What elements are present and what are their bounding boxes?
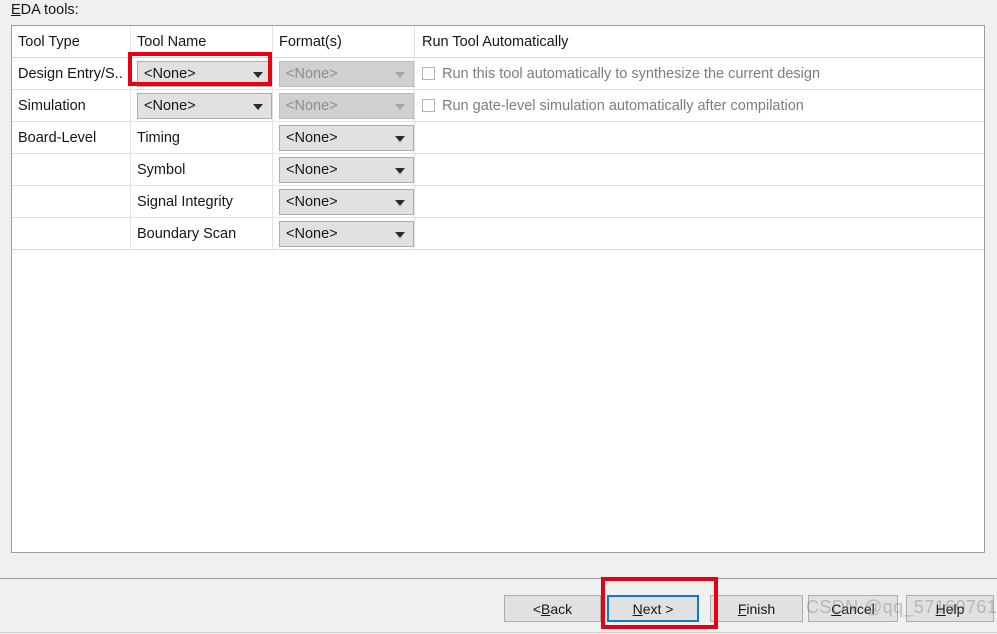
tool-name-dropdown[interactable]: <None> — [137, 60, 272, 87]
chevron-down-icon — [253, 71, 263, 78]
table-row: Design Entry/S.. <None> <None> Run this … — [12, 57, 984, 90]
cell-format: <None> — [273, 185, 415, 218]
table-row: Signal Integrity <None> — [12, 185, 984, 218]
run-automatically-checkbox-row[interactable]: Run gate-level simulation automatically … — [422, 98, 804, 114]
tool-name-label: Boundary Scan — [137, 225, 237, 242]
cell-run-automatically — [415, 154, 984, 186]
help-button-mnemonic: H — [935, 600, 946, 617]
column-header-run-tool-automatically: Run Tool Automatically — [415, 26, 984, 58]
cell-format: <None> — [273, 57, 415, 90]
run-automatically-checkbox-row[interactable]: Run this tool automatically to synthesiz… — [422, 66, 820, 82]
finish-button[interactable]: Finish — [710, 595, 803, 622]
cell-tool-type: Board-Level — [12, 121, 131, 154]
table-row: Symbol <None> — [12, 153, 984, 186]
tool-name-value: <None> — [144, 97, 196, 114]
format-dropdown[interactable]: <None> — [279, 156, 414, 183]
format-dropdown[interactable]: <None> — [279, 188, 414, 215]
cell-format: <None> — [273, 153, 415, 186]
table-row: Boundary Scan <None> — [12, 217, 984, 250]
cell-run-automatically — [415, 186, 984, 218]
format-value: <None> — [286, 161, 338, 178]
format-value: <None> — [286, 65, 338, 82]
back-button-mnemonic: B — [541, 600, 551, 617]
column-header-formats: Format(s) — [273, 26, 415, 58]
back-button[interactable]: < Back — [504, 595, 601, 622]
tool-type-label: Design Entry/S.. — [18, 65, 123, 82]
format-dropdown[interactable]: <None> — [279, 220, 414, 247]
column-header-tool-type-label: Tool Type — [18, 33, 80, 50]
cell-run-automatically: Run this tool automatically to synthesiz… — [415, 58, 984, 90]
next-button[interactable]: Next > — [607, 595, 699, 622]
eda-tools-label-mnemonic: E — [11, 2, 21, 18]
cell-tool-name: Signal Integrity — [131, 185, 273, 218]
table-row: Simulation <None> <None> Run gate-level … — [12, 89, 984, 122]
finish-button-text: inish — [746, 600, 776, 617]
chevron-down-icon — [395, 71, 405, 78]
format-value: <None> — [286, 225, 338, 242]
window-bottom-edge — [0, 632, 997, 633]
checkbox-icon[interactable] — [422, 99, 435, 112]
checkbox-icon[interactable] — [422, 67, 435, 80]
finish-button-mnemonic: F — [737, 600, 747, 617]
column-header-run-tool-label: Run Tool Automatically — [422, 33, 569, 50]
back-button-prefix: < — [532, 600, 542, 617]
cancel-button-text: ancel — [841, 600, 875, 617]
cell-tool-name: <None> — [131, 57, 273, 90]
eda-tools-table: Tool Type Tool Name Format(s) Run Tool A… — [11, 25, 985, 553]
cell-run-automatically — [415, 218, 984, 250]
cell-run-automatically: Run gate-level simulation automatically … — [415, 90, 984, 122]
format-dropdown[interactable]: <None> — [279, 92, 414, 119]
format-value: <None> — [286, 97, 338, 114]
table-row: Board-Level Timing <None> — [12, 121, 984, 154]
table-header-row: Tool Type Tool Name Format(s) Run Tool A… — [12, 26, 984, 58]
chevron-down-icon — [395, 135, 405, 142]
help-button[interactable]: Help — [906, 595, 994, 622]
format-dropdown[interactable]: <None> — [279, 124, 414, 151]
tool-type-label: Simulation — [18, 97, 86, 114]
cell-tool-type — [12, 153, 131, 186]
column-header-tool-type: Tool Type — [12, 26, 131, 58]
cell-tool-name: Boundary Scan — [131, 217, 273, 250]
cell-tool-name: <None> — [131, 89, 273, 122]
column-header-formats-label: Format(s) — [279, 33, 342, 50]
column-header-tool-name-label: Tool Name — [137, 33, 207, 50]
run-automatically-label: Run this tool automatically to synthesiz… — [442, 65, 821, 82]
cell-format: <None> — [273, 121, 415, 154]
cell-run-automatically — [415, 122, 984, 154]
chevron-down-icon — [395, 231, 405, 238]
cancel-button-mnemonic: C — [831, 600, 842, 617]
help-button-text: elp — [945, 600, 965, 617]
cancel-button[interactable]: Cancel — [808, 595, 898, 622]
cell-format: <None> — [273, 217, 415, 250]
eda-tools-label: EDA tools: — [11, 0, 79, 20]
cell-tool-type: Design Entry/S.. — [12, 57, 131, 90]
chevron-down-icon — [395, 167, 405, 174]
cell-tool-type: Simulation — [12, 89, 131, 122]
eda-tools-label-rest: DA tools: — [20, 2, 79, 18]
chevron-down-icon — [395, 199, 405, 206]
tool-type-label: Board-Level — [18, 129, 97, 146]
cell-format: <None> — [273, 89, 415, 122]
format-dropdown[interactable]: <None> — [279, 60, 414, 87]
cell-tool-name: Timing — [131, 121, 273, 154]
cell-tool-name: Symbol — [131, 153, 273, 186]
chevron-down-icon — [395, 103, 405, 110]
chevron-down-icon — [253, 103, 263, 110]
tool-name-label: Symbol — [137, 161, 186, 178]
next-button-text: ext > — [642, 600, 674, 617]
tool-name-label: Signal Integrity — [137, 193, 233, 210]
tool-name-label: Timing — [137, 129, 180, 146]
cell-tool-type — [12, 217, 131, 250]
format-value: <None> — [286, 193, 338, 210]
tool-name-dropdown[interactable]: <None> — [137, 92, 272, 119]
cell-tool-type — [12, 185, 131, 218]
tool-name-value: <None> — [144, 65, 196, 82]
next-button-mnemonic: N — [632, 600, 643, 617]
format-value: <None> — [286, 129, 338, 146]
column-header-tool-name: Tool Name — [131, 26, 273, 58]
back-button-text: ack — [550, 600, 573, 617]
run-automatically-label: Run gate-level simulation automatically … — [442, 97, 804, 114]
